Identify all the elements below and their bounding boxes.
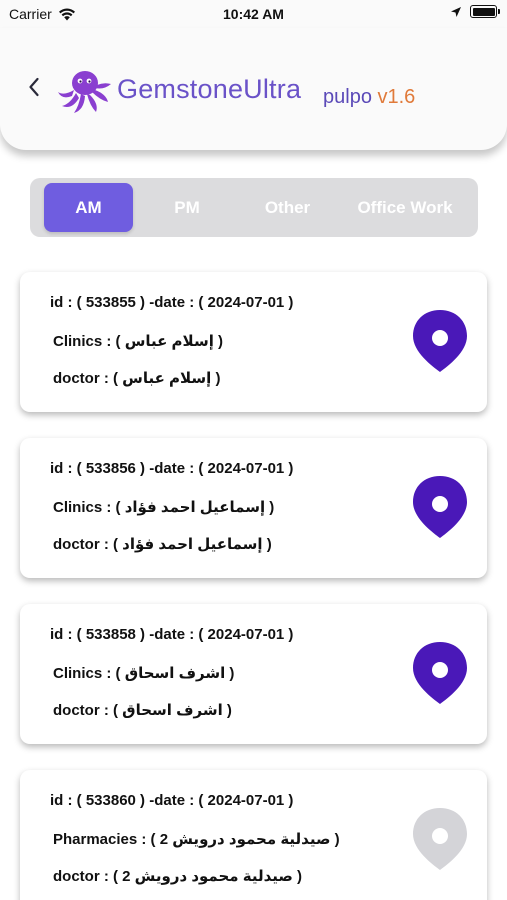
back-button[interactable] [22,72,46,102]
clock: 10:42 AM [223,6,284,22]
tab-am[interactable]: AM [44,183,133,232]
visit-id-date: id : ( 533855 ) -date : ( 2024-07-01 ) [50,294,294,311]
location-pin-icon[interactable] [410,806,470,872]
battery-icon [470,5,500,18]
shift-segmented-control: AM PM Other Office Work [30,178,478,237]
status-bar: Carrier 10:42 AM [0,0,507,28]
visit-doctor: doctor : ( اشرف اسحاق ) [53,702,232,719]
visit-doctor: doctor : ( إسلام عباس ) [53,370,221,387]
location-pin-icon[interactable] [410,474,470,540]
subtitle-name: pulpo [323,86,372,108]
visit-card[interactable]: id : ( 533860 ) -date : ( 2024-07-01 ) P… [20,770,487,900]
tab-office-work[interactable]: Office Work [340,183,470,232]
location-pin-icon[interactable] [410,308,470,374]
visit-place: Clinics : ( إسماعيل احمد فؤاد ) [53,499,275,516]
visit-place: Clinics : ( إسلام عباس ) [53,333,224,350]
chevron-left-icon [29,77,39,97]
visit-id-date: id : ( 533860 ) -date : ( 2024-07-01 ) [50,792,294,809]
tab-pm[interactable]: PM [138,183,236,232]
visit-card[interactable]: id : ( 533858 ) -date : ( 2024-07-01 ) C… [20,604,487,744]
visit-doctor: doctor : ( إسماعيل احمد فؤاد ) [53,536,272,553]
visit-place: Clinics : ( اشرف اسحاق ) [53,665,235,682]
location-pin-icon[interactable] [410,640,470,706]
visit-card[interactable]: id : ( 533855 ) -date : ( 2024-07-01 ) C… [20,272,487,412]
visit-id-date: id : ( 533856 ) -date : ( 2024-07-01 ) [50,460,294,477]
visit-id-date: id : ( 533858 ) -date : ( 2024-07-01 ) [50,626,294,643]
app-brand-name: GemstoneUltra [117,74,302,104]
app-header: GemstoneUltra pulpo v1.6 [0,28,507,150]
app-subtitle: pulpo v1.6 [323,86,415,109]
tab-other[interactable]: Other [240,183,335,232]
octopus-logo-icon [58,71,111,113]
visit-card[interactable]: id : ( 533856 ) -date : ( 2024-07-01 ) C… [20,438,487,578]
visit-place: Pharmacies : ( صيدلية محمود درويش 2 ) [53,831,340,848]
location-arrow-icon [451,6,461,17]
app-version: v1.6 [377,86,416,108]
status-icons [450,5,500,18]
visit-doctor: doctor : ( صيدلية محمود درويش 2 ) [53,868,303,885]
